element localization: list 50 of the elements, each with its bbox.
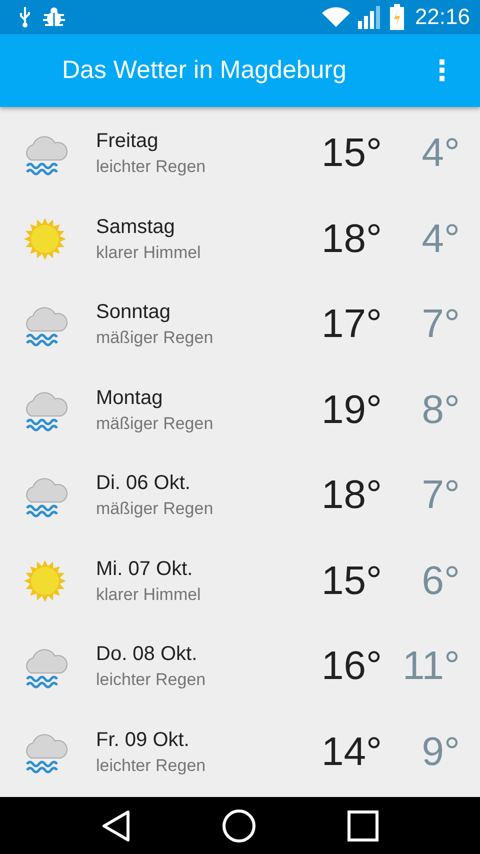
low-temperature: 7° xyxy=(420,473,460,518)
forecast-row[interactable]: Di. 06 Okt. mäßiger Regen 18° 7° xyxy=(0,453,480,538)
weather-description: leichter Regen xyxy=(96,670,207,690)
low-temperature: 4° xyxy=(420,216,460,262)
clock: 22:16 xyxy=(414,4,470,30)
high-temperature: 16° xyxy=(320,644,382,690)
day-label: Samstag xyxy=(96,216,176,239)
signal-icon xyxy=(356,5,383,29)
high-temperature: 15° xyxy=(320,131,382,176)
day-label: Fr. 09 Okt. xyxy=(96,728,190,752)
weather-description: klarer Himmel xyxy=(96,242,202,263)
day-label: Montag xyxy=(96,386,164,410)
low-temperature: 7° xyxy=(420,302,460,348)
forecast-row[interactable]: Do. 08 Okt. leichter Regen 16° 11° xyxy=(0,624,480,710)
forecast-row[interactable]: Freitag leichter Regen 15° 4° xyxy=(0,111,480,196)
back-icon[interactable] xyxy=(100,810,131,842)
high-temperature: 15° xyxy=(320,558,382,604)
forecast-row[interactable]: Mi. 07 Okt. klarer Himmel 15° 6° xyxy=(0,538,480,624)
high-temperature: 18° xyxy=(320,473,382,518)
forecast-row[interactable]: Fr. 09 Okt. leichter Regen 14° 9° xyxy=(0,710,480,795)
day-label: Mi. 07 Okt. xyxy=(96,558,194,581)
day-label: Do. 08 Okt. xyxy=(96,643,198,666)
weather-description: klarer Himmel xyxy=(96,584,202,605)
high-temperature: 17° xyxy=(320,302,382,348)
weather-description: mäßiger Regen xyxy=(96,414,214,434)
forecast-row[interactable]: Sonntag mäßiger Regen 17° 7° xyxy=(0,282,480,368)
high-temperature: 14° xyxy=(320,730,382,775)
low-temperature: 8° xyxy=(420,388,460,433)
recents-icon[interactable] xyxy=(347,810,380,842)
forecast-row[interactable]: Montag mäßiger Regen 19° 8° xyxy=(0,368,480,453)
low-temperature: 6° xyxy=(420,558,460,604)
forecast-row[interactable]: Samstag klarer Himmel 18° 4° xyxy=(0,196,480,282)
weather-description: mäßiger Regen xyxy=(96,328,214,348)
low-temperature: 11° xyxy=(401,644,460,690)
home-icon[interactable] xyxy=(222,808,256,842)
low-temperature: 9° xyxy=(420,730,460,775)
day-label: Di. 06 Okt. xyxy=(96,472,192,496)
wifi-icon xyxy=(320,6,351,28)
day-label: Freitag xyxy=(96,130,160,154)
weather-description: leichter Regen xyxy=(96,756,207,776)
app-title: Das Wetter in Magdeburg xyxy=(62,56,346,85)
high-temperature: 18° xyxy=(320,216,382,262)
high-temperature: 19° xyxy=(320,388,382,433)
usb-icon xyxy=(18,6,32,28)
weather-description: mäßiger Regen xyxy=(96,499,214,520)
low-temperature: 4° xyxy=(420,131,460,176)
bug-icon xyxy=(42,7,66,27)
weather-description: leichter Regen xyxy=(96,157,207,178)
battery-icon xyxy=(388,4,405,30)
day-label: Sonntag xyxy=(96,301,172,324)
